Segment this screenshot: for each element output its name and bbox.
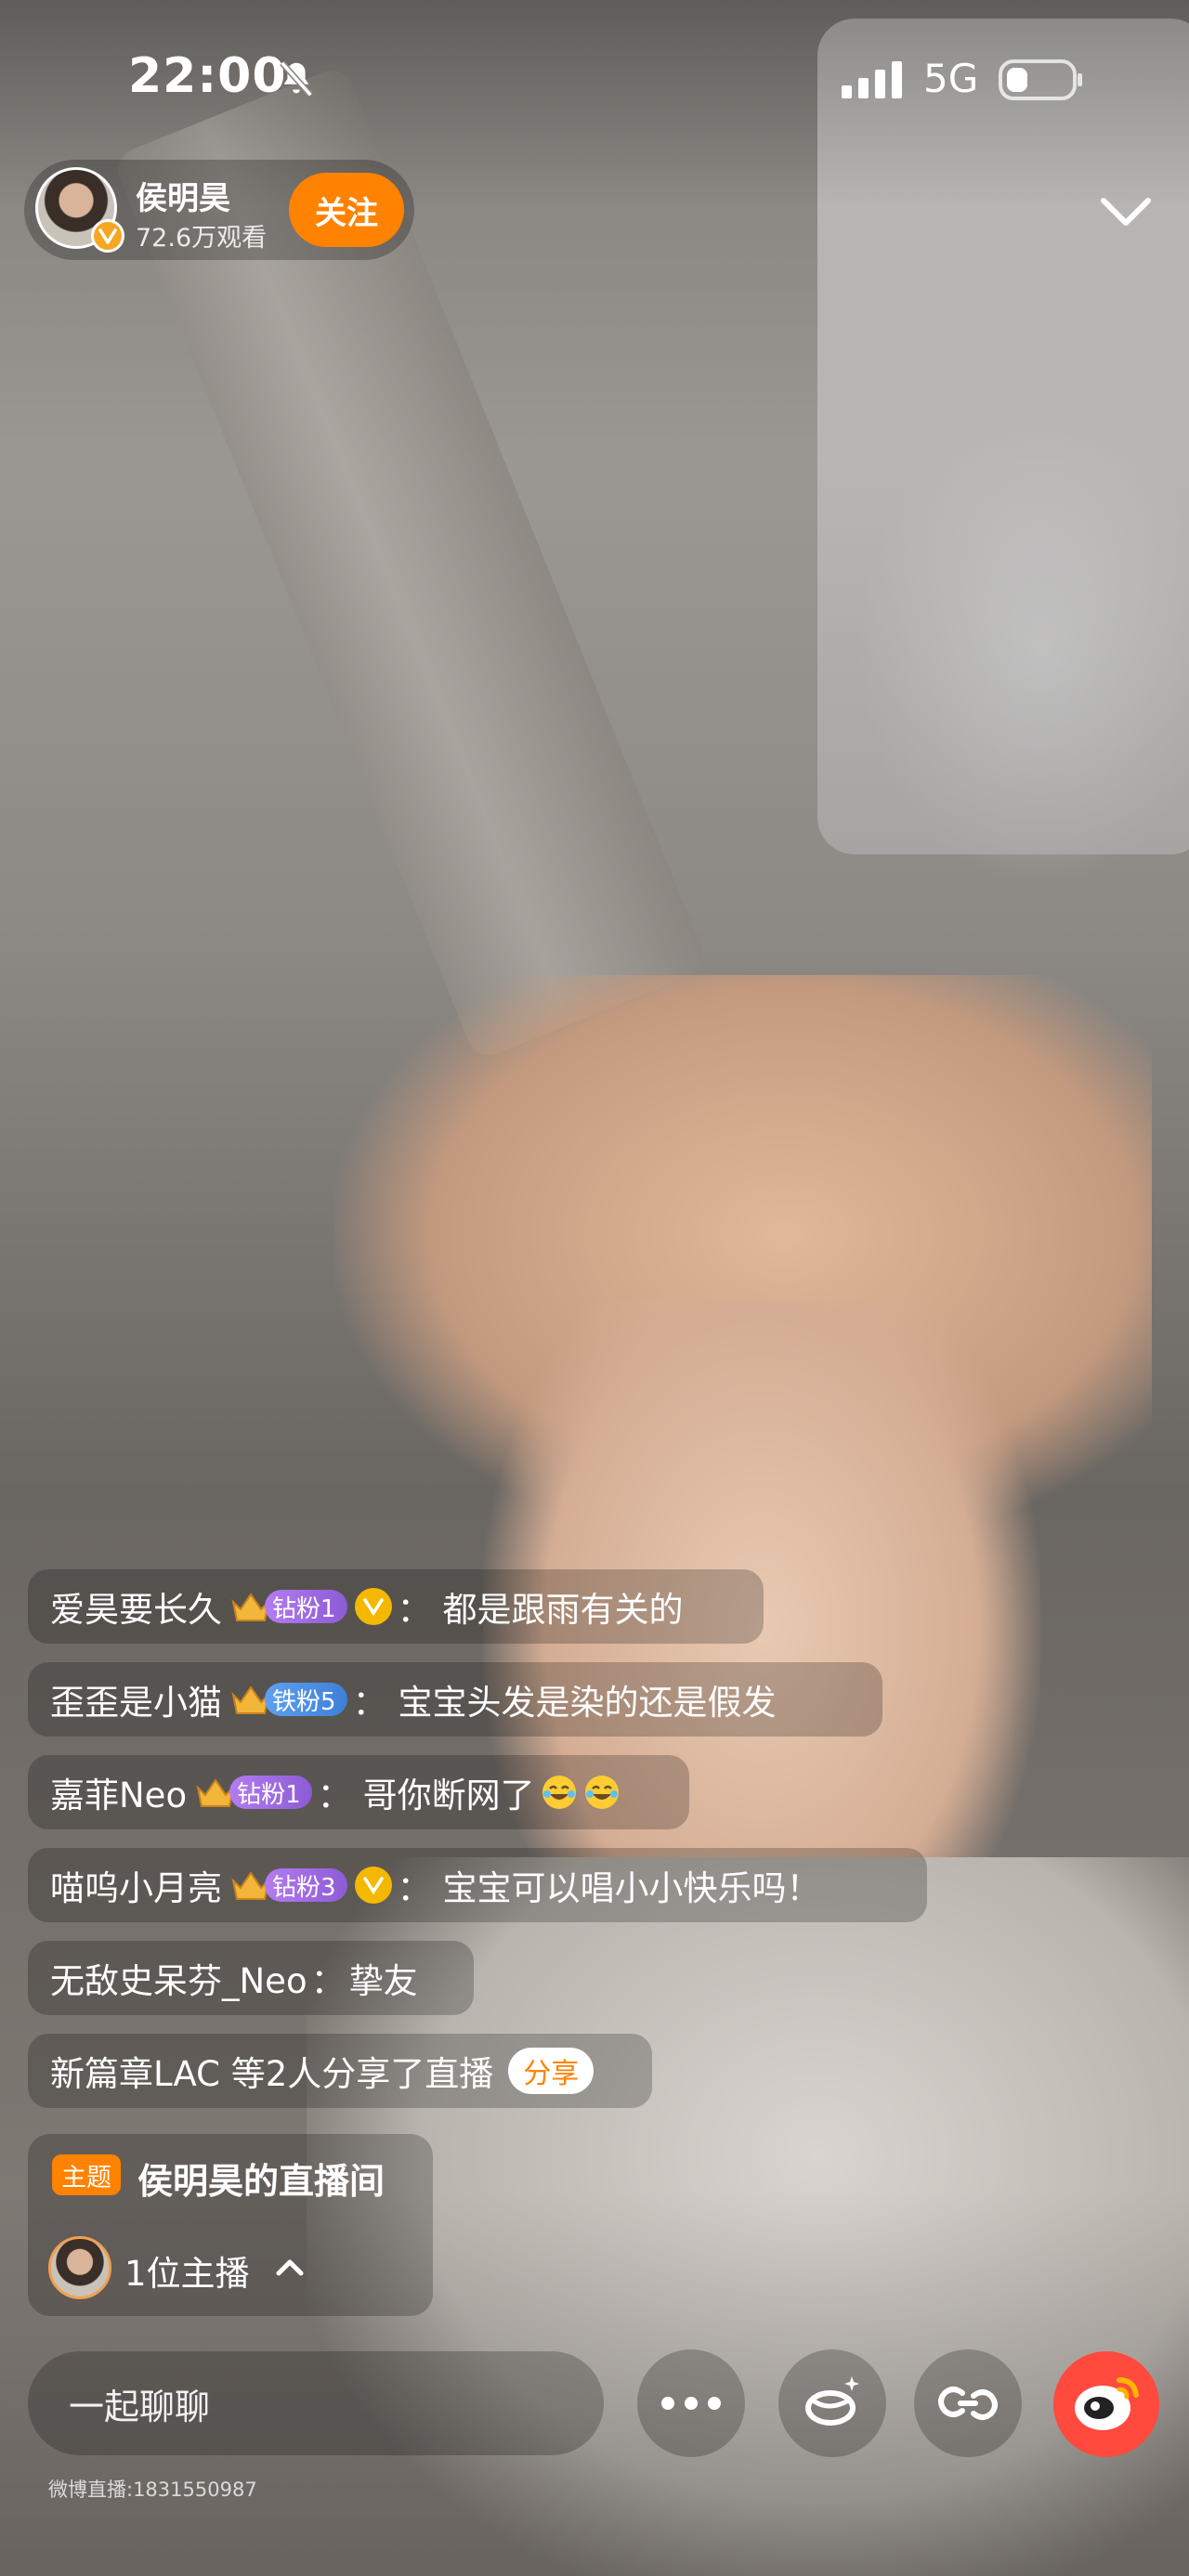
- viewer-count: 72.6万观看: [136, 224, 268, 253]
- host-avatar[interactable]: [48, 2236, 111, 2299]
- laugh-cry-emoji-icon: [542, 1776, 576, 1809]
- comment-user[interactable]: 嘉菲Neo: [50, 1767, 187, 1817]
- verified-icon: [354, 1867, 392, 1904]
- verified-icon: [91, 219, 124, 253]
- gift-icon: [805, 2376, 859, 2426]
- link-icon: [938, 2387, 998, 2420]
- network-type: 5G: [923, 56, 979, 101]
- room-id: 微博直播:1831550987: [48, 2478, 257, 2501]
- bell-slash-icon: [280, 60, 313, 98]
- verified-icon: [354, 1588, 392, 1625]
- follow-button[interactable]: 关注: [289, 173, 404, 247]
- comment-user[interactable]: 无敌史呆芬_Neo: [50, 1953, 307, 2003]
- chevron-down-icon[interactable]: [1096, 186, 1156, 238]
- comment-item[interactable]: 无敌史呆芬_Neo ： 挚友: [28, 1941, 474, 2015]
- streamer-name: 侯明昊: [136, 180, 230, 217]
- fan-level-badge: 钻粉3: [265, 1868, 347, 1902]
- comment-item[interactable]: 嘉菲Neo 钻粉1 ： 哥你断网了: [28, 1755, 689, 1829]
- comment-item[interactable]: 爱昊要长久 钻粉1 ： 都是跟雨有关的: [28, 1569, 764, 1644]
- comment-text: 都是跟雨有关的: [442, 1590, 684, 1630]
- comment-text: 挚友: [348, 1961, 418, 2001]
- chat-input[interactable]: 一起聊聊: [28, 2351, 604, 2455]
- comment-user[interactable]: 歪歪是小猫: [50, 1674, 222, 1724]
- fan-level-badge: 钻粉1: [265, 1590, 347, 1623]
- host-count: 1位主播: [124, 2254, 250, 2294]
- topic-card[interactable]: 主题 侯明昊的直播间 1位主播: [28, 2134, 433, 2316]
- signal-icon: [842, 61, 902, 98]
- more-icon: [661, 2397, 721, 2410]
- weibo-icon: [1075, 2377, 1139, 2430]
- status-bar: 22:00 5G: [0, 0, 1189, 158]
- battery-icon: [999, 59, 1082, 100]
- fan-level-badge: 铁粉5: [265, 1683, 347, 1716]
- chevron-up-icon[interactable]: [271, 2249, 308, 2286]
- comment-item[interactable]: 歪歪是小猫 铁粉5 ： 宝宝头发是染的还是假发: [28, 1662, 882, 1737]
- laugh-cry-emoji-icon: [584, 1776, 619, 1809]
- streamer-info[interactable]: 侯明昊 72.6万观看 关注: [24, 160, 414, 260]
- comment-text: 宝宝可以唱小小快乐吗！: [442, 1868, 821, 1908]
- comment-user[interactable]: 爱昊要长久: [50, 1581, 222, 1632]
- share-button[interactable]: 分享: [508, 2048, 594, 2094]
- status-time: 22:00: [128, 48, 287, 104]
- comment-text: 哥你断网了: [362, 1776, 535, 1815]
- share-notice: 新篇章LAC 等2人分享了直播 分享: [28, 2034, 652, 2108]
- comment-item[interactable]: 喵呜小月亮 钻粉3 ： 宝宝可以唱小小快乐吗！: [28, 1848, 927, 1922]
- comment-text: 宝宝头发是染的还是假发: [398, 1683, 777, 1723]
- weibo-button[interactable]: [1053, 2351, 1159, 2457]
- comment-user[interactable]: 喵呜小月亮: [50, 1860, 222, 1910]
- share-link-button[interactable]: [914, 2349, 1022, 2457]
- gift-button[interactable]: [778, 2349, 886, 2457]
- more-button[interactable]: [637, 2349, 745, 2457]
- share-notice-text: 新篇章LAC 等2人分享了直播: [50, 2054, 494, 2094]
- fan-level-badge: 钻粉1: [229, 1776, 312, 1809]
- topic-title: 侯明昊的直播间: [137, 2161, 385, 2202]
- topic-tag: 主题: [52, 2154, 121, 2195]
